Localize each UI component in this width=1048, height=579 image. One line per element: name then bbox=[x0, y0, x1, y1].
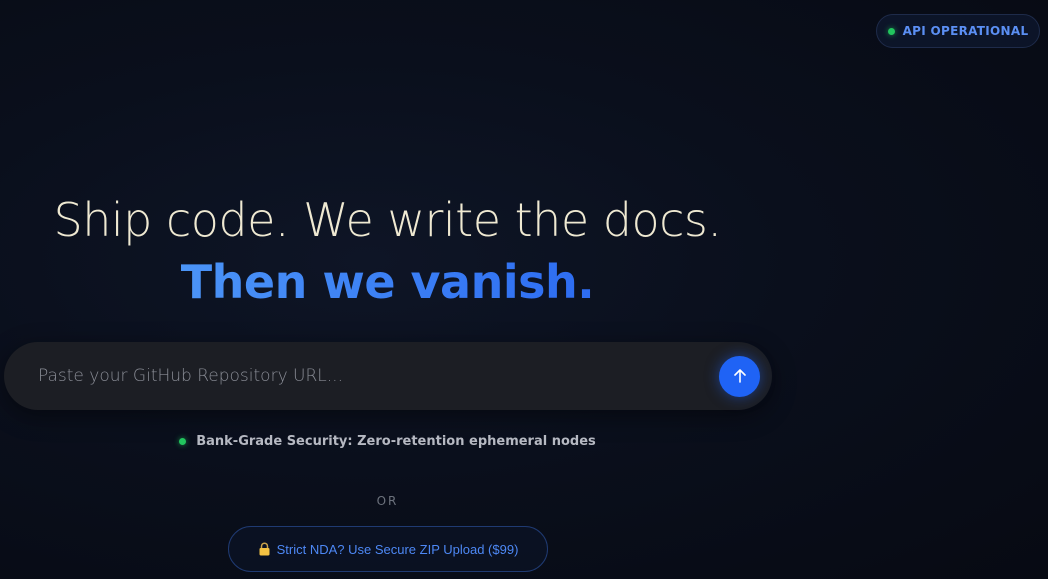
or-divider: OR bbox=[376, 494, 399, 508]
hero-headline: Ship code. We write the docs. bbox=[53, 193, 722, 247]
zip-upload-label: Strict NDA? Use Secure ZIP Upload ($99) bbox=[276, 541, 519, 557]
api-status-badge: API OPERATIONAL bbox=[876, 14, 1040, 48]
hero-subheadline-text: Then we vanish. bbox=[180, 255, 595, 309]
security-note: Bank-Grade Security: Zero-retention ephe… bbox=[0, 434, 775, 449]
repo-url-input[interactable] bbox=[36, 365, 719, 387]
status-indicator-dot bbox=[887, 27, 895, 35]
secure-zip-upload-button[interactable]: Strict NDA? Use Secure ZIP Upload ($99) bbox=[228, 526, 548, 572]
status-label: API OPERATIONAL bbox=[902, 24, 1029, 38]
lock-icon bbox=[259, 542, 270, 556]
security-indicator-dot bbox=[179, 438, 187, 445]
hero-subheadline: Then we vanish. bbox=[0, 255, 775, 309]
submit-button[interactable] bbox=[719, 355, 760, 397]
security-note-text: Bank-Grade Security: Zero-retention ephe… bbox=[196, 434, 596, 449]
repo-url-bar bbox=[4, 342, 772, 410]
arrow-up-icon bbox=[733, 369, 746, 383]
